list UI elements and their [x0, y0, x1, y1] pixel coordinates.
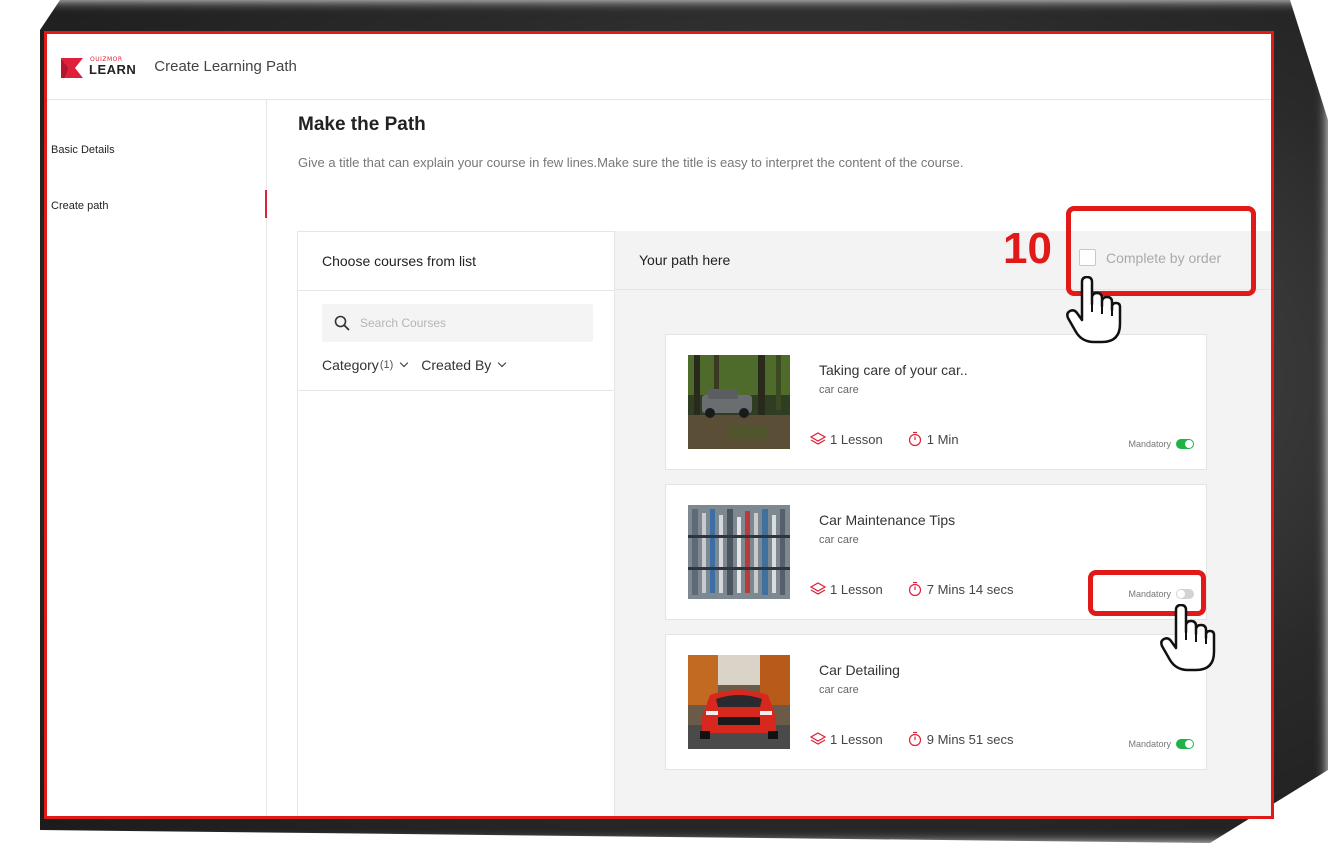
logo-text: OUIZMOR LEARN — [89, 57, 137, 77]
course-category: car care — [819, 684, 859, 696]
search-box[interactable] — [322, 304, 593, 342]
chevron-down-icon — [400, 358, 409, 368]
chevron-down-icon — [498, 358, 507, 368]
course-list-header: Choose courses from list — [298, 232, 614, 291]
lesson-count: 1 Lesson — [810, 581, 883, 597]
logo-brand: LEARN — [89, 62, 137, 77]
hand-cursor-icon — [1066, 276, 1122, 344]
course-thumbnail-forest-jeep — [688, 355, 790, 449]
app-window: OUIZMOR LEARN Create Learning Path Basic… — [44, 31, 1274, 819]
lesson-count-text: 1 Lesson — [830, 731, 883, 747]
path-header-title: Your path here — [639, 252, 731, 268]
created-by-filter[interactable]: Created By — [421, 357, 507, 373]
page-title: Make the Path — [298, 114, 426, 135]
sidebar-item-basic-details[interactable]: Basic Details — [51, 144, 115, 156]
lesson-count: 1 Lesson — [810, 431, 883, 447]
path-panel: Your path here Complete by order Taking … — [615, 231, 1271, 816]
lesson-count-text: 1 Lesson — [830, 581, 883, 597]
top-bar: OUIZMOR LEARN Create Learning Path — [47, 34, 1271, 100]
duration: 9 Mins 51 secs — [907, 731, 1014, 747]
course-category: car care — [819, 384, 859, 396]
mandatory-toggle[interactable] — [1176, 439, 1194, 449]
search-icon — [334, 315, 350, 331]
course-thumbnail-red-car — [688, 655, 790, 749]
app-title: Create Learning Path — [154, 58, 297, 75]
course-meta: 1 Lesson 9 Mins 51 secs — [810, 731, 1037, 747]
course-list-panel: Choose courses from list Category (1) Cr… — [297, 231, 615, 816]
course-title: Car Maintenance Tips — [819, 512, 956, 528]
mandatory-toggle[interactable] — [1176, 739, 1194, 749]
category-filter-count: (1) — [379, 359, 394, 371]
stopwatch-icon — [908, 581, 921, 597]
path-course-card[interactable]: Taking care of your car.. car care 1 Les… — [665, 334, 1207, 470]
duration: 7 Mins 14 secs — [907, 581, 1014, 597]
mandatory-control: Mandatory — [1128, 739, 1194, 749]
sidebar: Basic Details Create path — [47, 100, 267, 816]
duration: 1 Min — [907, 431, 959, 447]
lesson-count: 1 Lesson — [810, 731, 883, 747]
layers-icon — [810, 582, 826, 595]
divider — [298, 390, 614, 391]
page-subtitle: Give a title that can explain your cours… — [298, 155, 964, 170]
category-filter[interactable]: Category (1) — [322, 357, 409, 373]
duration-text: 7 Mins 14 secs — [926, 581, 1014, 597]
search-input[interactable] — [360, 316, 580, 330]
logo-flag-icon — [61, 57, 83, 78]
hand-cursor-icon — [1160, 604, 1216, 672]
duration-text: 9 Mins 51 secs — [926, 731, 1014, 747]
filter-bar: Category (1) Created By — [322, 357, 519, 373]
stopwatch-icon — [908, 431, 921, 447]
course-title: Car Detailing — [819, 662, 900, 678]
duration-text: 1 Min — [926, 431, 959, 447]
mandatory-control: Mandatory — [1128, 439, 1194, 449]
course-meta: 1 Lesson 1 Min — [810, 431, 983, 447]
path-course-card[interactable]: Car Detailing car care 1 Lesson 9 Mins 5… — [665, 634, 1207, 770]
mandatory-label: Mandatory — [1128, 439, 1171, 449]
category-filter-label: Category — [322, 357, 379, 373]
course-thumbnail-tools-wall — [688, 505, 790, 599]
sidebar-item-create-path[interactable]: Create path — [51, 200, 108, 212]
lesson-count-text: 1 Lesson — [830, 431, 883, 447]
layers-icon — [810, 732, 826, 745]
stopwatch-icon — [908, 731, 921, 747]
mandatory-label: Mandatory — [1128, 739, 1171, 749]
course-category: car care — [819, 534, 859, 546]
step-number-badge: 10 — [1003, 224, 1052, 273]
layers-icon — [810, 432, 826, 445]
course-meta: 1 Lesson 7 Mins 14 secs — [810, 581, 1037, 597]
created-by-filter-label: Created By — [421, 357, 492, 373]
course-title: Taking care of your car.. — [819, 362, 968, 378]
logo[interactable]: OUIZMOR LEARN — [61, 56, 136, 78]
